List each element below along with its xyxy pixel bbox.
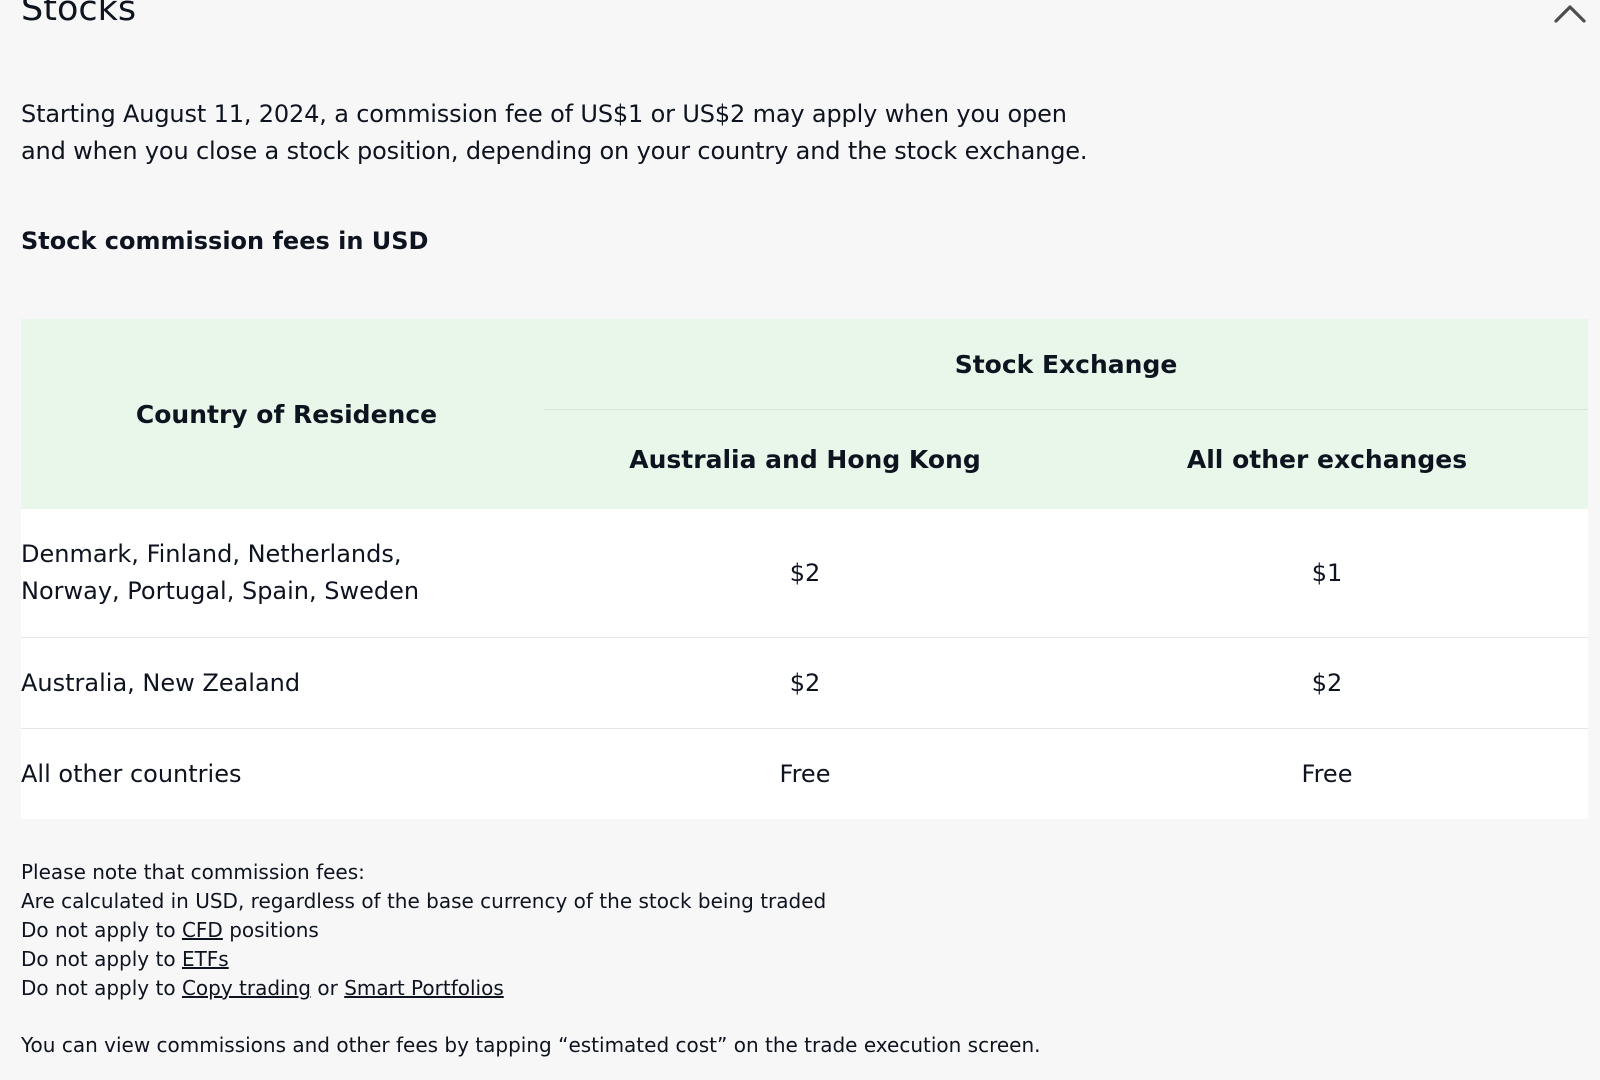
row-value-other-exchanges: Free — [1301, 760, 1353, 788]
intro-line-1: Starting August 11, 2024, a commission f… — [21, 100, 1067, 128]
row-country-line-2: Norway, Portugal, Spain, Sweden — [21, 577, 420, 605]
commission-fees-table: Country of Residence Stock Exchange Aust… — [21, 319, 1588, 819]
cfd-link[interactable]: CFD — [182, 918, 223, 942]
row-value-australia-hong-kong: $2 — [789, 669, 821, 697]
row-value-australia-hong-kong: Free — [779, 760, 831, 788]
notes-intro: Please note that commission fees: — [21, 860, 365, 884]
row-country: Australia, New Zealand — [21, 668, 301, 697]
notes-item: Do not apply to ETFs — [21, 945, 826, 974]
chevron-up-icon — [1554, 5, 1586, 23]
row-country: All other countries — [21, 759, 242, 788]
table-row: Australia, New Zealand $2 $2 — [21, 637, 1588, 729]
table-row: All other countries Free Free — [21, 728, 1588, 819]
smart-portfolios-link[interactable]: Smart Portfolios — [344, 976, 504, 1000]
notes-item-text: Do not apply to — [21, 918, 176, 942]
row-value-other-exchanges: $2 — [1311, 669, 1343, 697]
row-country: Denmark, Finland, Netherlands, Norway, P… — [21, 509, 544, 638]
stocks-section: Stocks Starting August 11, 2024, a commi… — [21, 0, 1588, 1057]
fees-table-heading: Stock commission fees in USD — [21, 227, 429, 255]
notes-item: Do not apply to Copy trading or Smart Po… — [21, 974, 826, 1003]
copy-trading-link[interactable]: Copy trading — [182, 976, 311, 1000]
notes-item-text: positions — [229, 918, 319, 942]
notes-item: Do not apply to CFD positions — [21, 916, 826, 945]
row-value-other-exchanges: $1 — [1311, 559, 1343, 587]
row-value-australia-hong-kong: $2 — [789, 559, 821, 587]
section-title: Stocks — [21, 0, 137, 29]
header-country-label: Country of Residence — [135, 399, 438, 429]
intro-line-2: and when you close a stock position, dep… — [21, 137, 1088, 165]
section-header[interactable]: Stocks — [21, 0, 1587, 60]
notes-item: Are calculated in USD, regardless of the… — [21, 889, 827, 913]
header-all-other-exchanges: All other exchanges — [1186, 445, 1468, 474]
intro-paragraph: Starting August 11, 2024, a commission f… — [21, 96, 1121, 170]
notes-item-text: Do not apply to — [21, 976, 176, 1000]
table-row: Denmark, Finland, Netherlands, Norway, P… — [21, 509, 1588, 638]
footer-note: You can view commissions and other fees … — [21, 1033, 1041, 1057]
fee-notes: Please note that commission fees: Are ca… — [21, 858, 826, 1003]
notes-item-text: Do not apply to — [21, 947, 176, 971]
row-country-line-1: Denmark, Finland, Netherlands, — [21, 540, 402, 568]
header-stock-exchange: Stock Exchange — [544, 319, 1588, 410]
etfs-link[interactable]: ETFs — [182, 947, 229, 971]
header-australia-hong-kong: Australia and Hong Kong — [629, 445, 981, 474]
collapse-button[interactable] — [1553, 2, 1587, 26]
header-country: Country of Residence — [21, 319, 544, 509]
notes-item-text: or — [317, 976, 338, 1000]
